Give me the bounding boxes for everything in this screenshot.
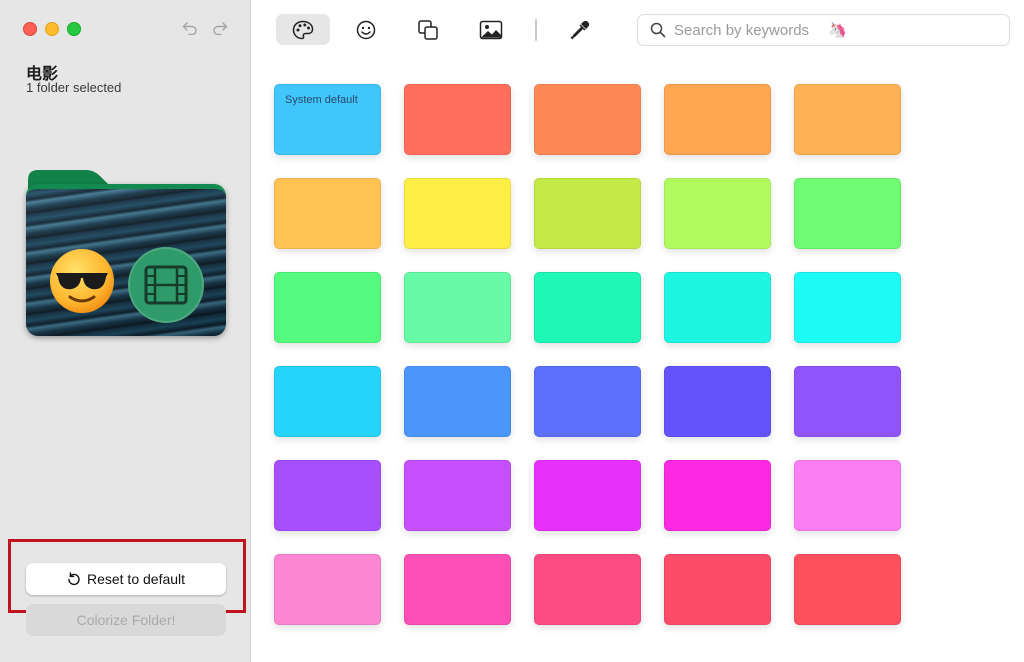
image-icon [479,20,503,39]
color-swatch[interactable] [794,460,901,531]
color-swatch[interactable] [274,554,381,625]
window-controls [23,22,81,36]
color-swatch[interactable] [404,178,511,249]
color-swatch[interactable] [664,178,771,249]
close-window-button[interactable] [23,22,37,36]
eyedropper-icon [570,20,590,39]
color-swatch[interactable] [664,84,771,155]
color-swatch[interactable] [404,272,511,343]
image-tab[interactable] [464,14,518,45]
shapes-icon [418,19,438,40]
colorize-folder-button[interactable]: Colorize Folder! [26,604,226,636]
color-swatch[interactable] [794,272,901,343]
color-swatch[interactable] [534,272,641,343]
color-swatch[interactable] [404,366,511,437]
color-swatch[interactable] [404,554,511,625]
color-swatch[interactable] [534,366,641,437]
film-badge [128,247,204,323]
palette-icon [292,20,314,39]
color-swatch[interactable] [534,178,641,249]
swatch-system-default[interactable]: System default [274,84,381,155]
app-window: 电影 1 folder selected Reset to default Co… [0,0,1024,662]
toolbar-divider [535,19,537,41]
color-swatch[interactable] [664,554,771,625]
color-swatch[interactable] [274,178,381,249]
color-swatch[interactable] [794,554,901,625]
folder-artwork [26,184,226,336]
color-swatch[interactable] [664,272,771,343]
zoom-window-button[interactable] [67,22,81,36]
reset-icon [68,572,80,586]
color-swatch-grid: System default [274,84,901,625]
eyedropper-tool[interactable] [553,14,607,45]
color-swatch[interactable] [664,460,771,531]
color-swatch[interactable] [274,366,381,437]
toolbar: 🦄 [252,0,1024,60]
sunglasses-emoji-icon [50,249,114,313]
reset-label: Reset to default [86,571,186,587]
reset-to-default-button[interactable]: Reset to default [26,563,226,595]
search-input[interactable] [674,21,824,39]
color-swatch[interactable] [794,366,901,437]
history-controls [181,19,229,37]
color-swatch[interactable] [534,554,641,625]
selection-count: 1 folder selected [26,80,122,95]
color-swatch[interactable] [404,84,511,155]
sidebar: 电影 1 folder selected Reset to default Co… [0,0,251,662]
color-swatch[interactable] [534,460,641,531]
swatch-label: System default [285,94,358,106]
color-swatch[interactable] [404,460,511,531]
search-icon [650,22,666,38]
color-swatch[interactable] [274,460,381,531]
folder-preview [26,168,226,336]
minimize-window-button[interactable] [45,22,59,36]
color-swatch[interactable] [534,84,641,155]
color-swatch[interactable] [664,366,771,437]
color-swatch[interactable] [274,272,381,343]
undo-icon[interactable] [181,19,199,37]
film-icon [144,265,188,305]
unicorn-emoji-icon: 🦄 [828,22,847,39]
color-swatch[interactable] [794,178,901,249]
search-field[interactable]: 🦄 [637,14,1010,46]
palette-tab[interactable] [276,14,330,45]
emoji-tab[interactable] [339,14,393,45]
shapes-tab[interactable] [401,14,455,45]
color-swatch[interactable] [794,84,901,155]
redo-icon[interactable] [211,19,229,37]
smiley-icon [356,20,376,39]
